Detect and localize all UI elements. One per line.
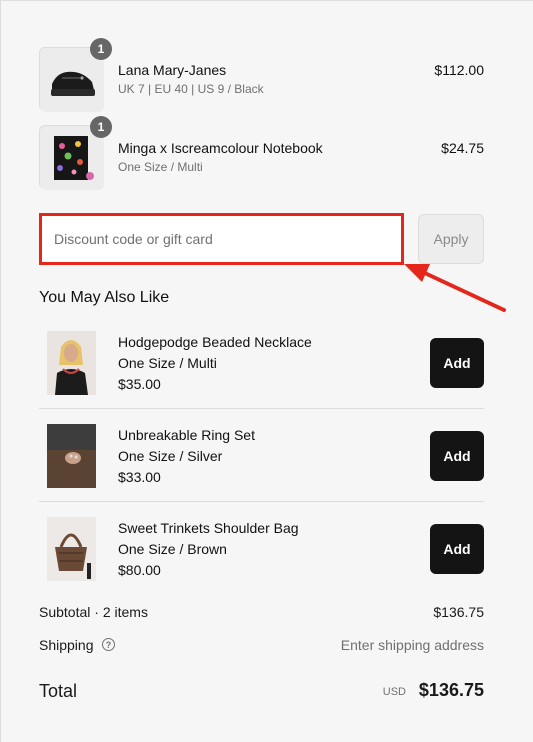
recommendations-heading: You May Also Like bbox=[39, 289, 170, 306]
cart-line-item: 1 Lana Mary-Janes UK 7 | EU 40 | US 9 / … bbox=[39, 38, 484, 112]
shipping-value: Enter shipping address bbox=[340, 637, 484, 653]
product-thumbnail bbox=[47, 517, 96, 581]
subtotal-label: Subtotal · 2 items bbox=[39, 604, 148, 620]
recommendation-item: Sweet Trinkets Shoulder Bag One Size / B… bbox=[39, 502, 484, 595]
product-thumbnail bbox=[47, 331, 96, 395]
recommendation-item: Unbreakable Ring Set One Size / Silver $… bbox=[39, 409, 484, 502]
quantity-badge: 1 bbox=[90, 38, 112, 60]
add-to-cart-button[interactable]: Add bbox=[430, 431, 484, 481]
subtotal-value: $136.75 bbox=[433, 604, 484, 620]
total-row: Total USD $136.75 bbox=[39, 680, 484, 704]
add-to-cart-button[interactable]: Add bbox=[430, 338, 484, 388]
add-to-cart-button[interactable]: Add bbox=[430, 524, 484, 574]
product-variant: One Size / Multi bbox=[118, 160, 203, 174]
product-name: Lana Mary-Janes bbox=[118, 62, 227, 78]
product-price: $112.00 bbox=[434, 62, 484, 78]
brown-bag-image bbox=[47, 517, 96, 581]
quantity-badge: 1 bbox=[90, 116, 112, 138]
model-rings-image bbox=[47, 424, 96, 488]
product-variant: One Size / Silver bbox=[118, 448, 223, 464]
product-thumbnail: 1 bbox=[39, 38, 112, 112]
currency-code: USD bbox=[382, 686, 406, 698]
total-label: Total bbox=[39, 681, 78, 701]
product-price: $24.75 bbox=[441, 140, 484, 156]
product-thumbnail bbox=[47, 424, 96, 488]
product-price: $80.00 bbox=[118, 562, 161, 578]
product-name: Sweet Trinkets Shoulder Bag bbox=[118, 520, 299, 536]
recommendation-item: Hodgepodge Beaded Necklace One Size / Mu… bbox=[39, 316, 484, 409]
total-value: $136.75 bbox=[418, 680, 484, 700]
question-circle-icon[interactable]: ? bbox=[102, 638, 115, 651]
product-variant: UK 7 | EU 40 | US 9 / Black bbox=[118, 82, 264, 96]
product-name: Unbreakable Ring Set bbox=[118, 427, 255, 443]
model-necklace-image bbox=[47, 331, 96, 395]
product-thumbnail: 1 bbox=[39, 116, 112, 190]
annotation-arrow-icon bbox=[404, 264, 506, 312]
order-summary-panel: 1 Lana Mary-Janes UK 7 | EU 40 | US 9 / … bbox=[0, 0, 533, 742]
product-variant: One Size / Multi bbox=[118, 355, 217, 371]
product-price: $33.00 bbox=[118, 469, 161, 485]
shipping-label: Shipping bbox=[39, 637, 94, 653]
discount-code-input[interactable] bbox=[39, 213, 404, 265]
product-name: Hodgepodge Beaded Necklace bbox=[118, 334, 312, 350]
cart-line-item: 1 Minga x Iscreamcolour Notebook One Siz… bbox=[39, 116, 484, 190]
product-variant: One Size / Brown bbox=[118, 541, 227, 557]
product-price: $35.00 bbox=[118, 376, 161, 392]
product-name: Minga x Iscreamcolour Notebook bbox=[118, 140, 323, 156]
